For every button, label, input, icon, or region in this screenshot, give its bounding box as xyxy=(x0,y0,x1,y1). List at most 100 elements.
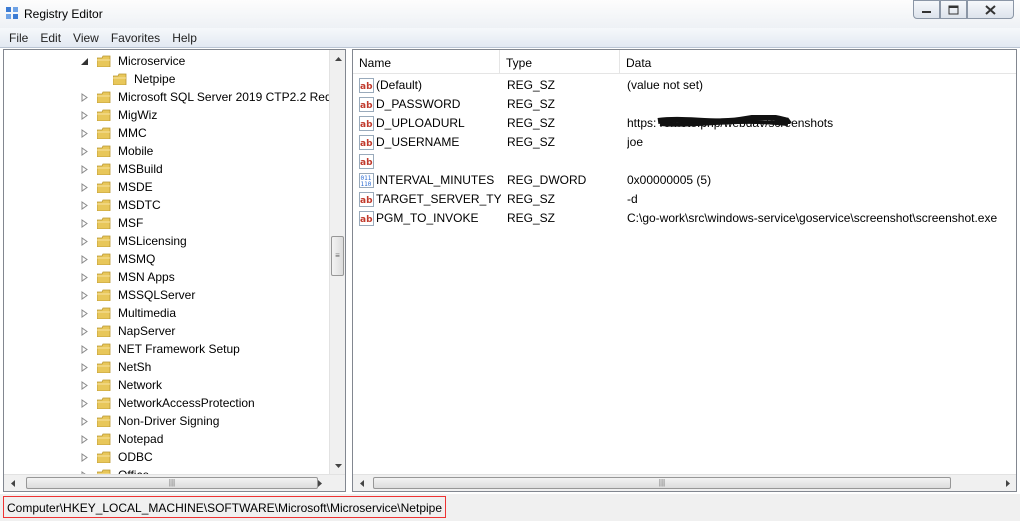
svg-text:ab: ab xyxy=(360,196,373,206)
value-type: REG_SZ xyxy=(507,116,556,130)
value-row[interactable]: 011 110 INTERVAL_MINUTES REG_DWORD 0x0000000… xyxy=(353,171,1016,190)
list-hscroll-thumb[interactable]: ||| xyxy=(373,477,951,489)
expand-triangle-icon[interactable] xyxy=(80,110,89,120)
tree-item[interactable]: MSN Apps xyxy=(80,268,177,286)
value-row[interactable]: ab (Default) REG_SZ (value not set) xyxy=(353,76,1016,95)
tree-item[interactable]: NetworkAccessProtection xyxy=(80,394,257,412)
tree-item[interactable]: MSLicensing xyxy=(80,232,189,250)
menu-favorites[interactable]: Favorites xyxy=(105,28,166,48)
tree-item-label: Microservice xyxy=(118,54,186,68)
expand-triangle-icon[interactable] xyxy=(80,416,89,426)
tree-item[interactable]: MSDE xyxy=(80,178,155,196)
tree-item[interactable]: Notepad xyxy=(80,430,165,448)
expand-triangle-icon[interactable] xyxy=(80,326,89,336)
tree-item[interactable]: NET Framework Setup xyxy=(80,340,242,358)
maximize-button[interactable] xyxy=(940,0,967,19)
expand-triangle-icon[interactable] xyxy=(80,128,89,138)
expand-triangle-icon[interactable] xyxy=(80,200,89,210)
expand-triangle-icon[interactable] xyxy=(80,218,89,228)
tree-item[interactable]: NapServer xyxy=(80,322,177,340)
tree-vscroll-thumb[interactable]: ≡ xyxy=(331,236,344,276)
value-type: REG_SZ xyxy=(507,192,556,206)
tree-item-label: MSSQLServer xyxy=(118,288,196,302)
scroll-left-arrow[interactable] xyxy=(4,475,21,492)
tree-item[interactable]: Non-Driver Signing xyxy=(80,412,221,430)
string-value-icon: ab xyxy=(359,78,374,93)
expand-triangle-icon[interactable] xyxy=(80,344,89,354)
expand-triangle-icon[interactable] xyxy=(80,254,89,264)
value-row[interactable]: ab D_PASSWORD REG_SZ xyxy=(353,95,1016,114)
tree-item[interactable]: Microsoft SQL Server 2019 CTP2.2 Redist xyxy=(80,88,330,106)
expand-triangle-icon[interactable] xyxy=(80,146,89,156)
folder-icon xyxy=(97,289,111,301)
tree-item[interactable]: Multimedia xyxy=(80,304,178,322)
folder-icon xyxy=(97,361,111,373)
title-bar[interactable]: Registry Editor xyxy=(0,0,1020,28)
folder-icon xyxy=(97,127,111,139)
expand-triangle-icon[interactable] xyxy=(80,308,89,318)
close-button[interactable] xyxy=(967,0,1014,19)
minimize-button[interactable] xyxy=(913,0,940,19)
svg-text:ab: ab xyxy=(360,158,373,168)
tree-item[interactable]: Microservice xyxy=(80,52,187,70)
tree-item[interactable]: MSF xyxy=(80,214,145,232)
expand-triangle-icon[interactable] xyxy=(80,164,89,174)
scroll-right-arrow[interactable] xyxy=(311,475,328,492)
menu-help[interactable]: Help xyxy=(166,28,203,48)
tree-item[interactable]: MMC xyxy=(80,124,149,142)
folder-icon xyxy=(97,163,111,175)
value-name: D_UPLOADURL xyxy=(376,116,465,130)
expand-triangle-icon[interactable] xyxy=(80,452,89,462)
folder-icon xyxy=(97,253,111,265)
tree-item[interactable]: Mobile xyxy=(80,142,155,160)
tree-item-label: Network xyxy=(118,378,163,392)
tree-item[interactable]: Office xyxy=(80,466,151,474)
menu-file[interactable]: File xyxy=(3,28,34,48)
scroll-down-arrow[interactable] xyxy=(330,457,346,474)
scroll-left-arrow[interactable] xyxy=(353,475,370,492)
tree-item[interactable]: MSDTC xyxy=(80,196,163,214)
column-header-type[interactable]: Type xyxy=(500,50,620,74)
tree-hscroll-thumb[interactable]: ||| xyxy=(26,477,318,489)
tree-vertical-scrollbar[interactable]: ≡ xyxy=(329,50,345,474)
tree-item[interactable]: MigWiz xyxy=(80,106,159,124)
tree-item[interactable]: MSSQLServer xyxy=(80,286,197,304)
svg-text:110: 110 xyxy=(361,181,372,188)
expand-triangle-icon[interactable] xyxy=(80,380,89,390)
value-row[interactable]: ab xyxy=(353,152,1016,171)
expand-triangle-icon[interactable] xyxy=(80,290,89,300)
scroll-right-arrow[interactable] xyxy=(999,475,1016,492)
column-header-name[interactable]: Name xyxy=(353,50,500,74)
status-bar: Computer\HKEY_LOCAL_MACHINE\SOFTWARE\Mic… xyxy=(0,494,1020,521)
tree-item[interactable]: ODBC xyxy=(80,448,155,466)
key-tree-pane: Microservice Netpipe Microsoft SQL Server … xyxy=(3,49,346,492)
expand-triangle-icon[interactable] xyxy=(80,236,89,246)
value-row[interactable]: ab PGM_TO_INVOKE REG_SZ C:\go-work\src\wind… xyxy=(353,209,1016,228)
expand-triangle-icon[interactable] xyxy=(80,434,89,444)
collapse-triangle-icon[interactable] xyxy=(80,57,89,66)
tree-item-label: NetSh xyxy=(118,360,152,374)
key-tree: Microservice Netpipe Microsoft SQL Server … xyxy=(4,50,330,474)
folder-icon xyxy=(97,325,111,337)
tree-item[interactable]: NetSh xyxy=(80,358,153,376)
expand-triangle-icon[interactable] xyxy=(80,92,89,102)
tree-horizontal-scrollbar[interactable]: ||| xyxy=(4,474,345,491)
svg-text:ab: ab xyxy=(360,139,373,149)
scroll-up-arrow[interactable] xyxy=(330,50,346,67)
tree-item[interactable]: MSBuild xyxy=(80,160,165,178)
tree-item[interactable]: Network xyxy=(80,376,164,394)
expand-triangle-icon[interactable] xyxy=(80,182,89,192)
folder-icon xyxy=(97,145,111,157)
expand-triangle-icon[interactable] xyxy=(80,362,89,372)
list-horizontal-scrollbar[interactable]: ||| xyxy=(353,474,1016,491)
value-row[interactable]: ab D_USERNAME REG_SZ joe xyxy=(353,133,1016,152)
tree-item-label: MSLicensing xyxy=(118,234,187,248)
tree-item[interactable]: MSMQ xyxy=(80,250,157,268)
tree-item[interactable]: Netpipe xyxy=(96,70,178,88)
value-row[interactable]: abTARGET_SERVER_TYPE REG_SZ -d xyxy=(353,190,1016,209)
column-header-data[interactable]: Data xyxy=(620,50,1016,74)
expand-triangle-icon[interactable] xyxy=(80,398,89,408)
menu-view[interactable]: View xyxy=(67,28,105,48)
expand-triangle-icon[interactable] xyxy=(80,272,89,282)
menu-edit[interactable]: Edit xyxy=(34,28,67,48)
